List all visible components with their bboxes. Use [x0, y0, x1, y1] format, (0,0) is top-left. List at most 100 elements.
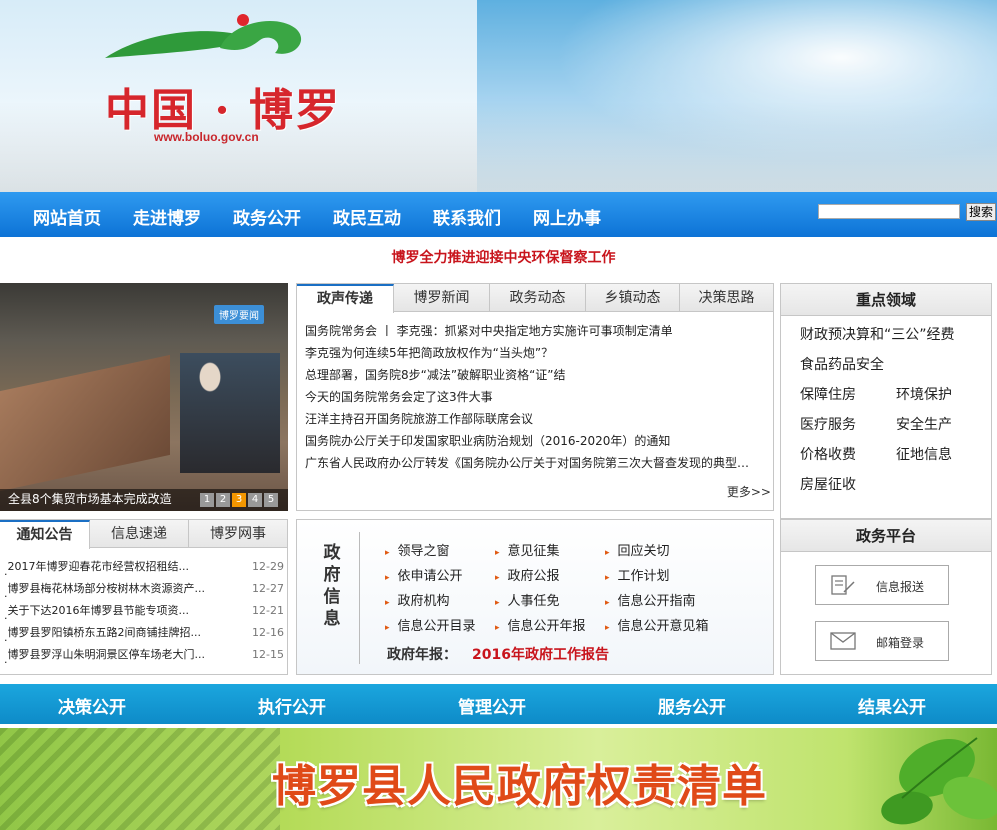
gov-info-link[interactable]: ▸ 意见征集	[495, 540, 560, 559]
gov-info-link[interactable]: ▸ 政府机构	[385, 590, 450, 609]
news-item[interactable]: 总理部署，国务院8步“减法”破解职业资格“证”结	[305, 364, 765, 386]
news-item[interactable]: 李克强为何连续5年把简政放权作为“当头炮”？	[305, 342, 765, 364]
news-item[interactable]: 今天的国务院常务会定了这3件大事	[305, 386, 765, 408]
mail-login-button[interactable]: 邮箱登录	[815, 621, 949, 661]
slide-page-2[interactable]: 2	[216, 493, 230, 507]
gov-info-link[interactable]: ▸ 领导之窗	[385, 540, 450, 559]
gov-info-link-label[interactable]: 信息公开目录	[398, 619, 476, 634]
arrow-icon: ▸	[495, 623, 500, 633]
disclosure-management[interactable]: 管理公开	[458, 693, 526, 718]
tab-boluo-news[interactable]: 博罗新闻	[394, 284, 490, 312]
key-area-link[interactable]: 房屋征收	[800, 474, 856, 494]
tab-info-express[interactable]: 信息速递	[90, 520, 189, 548]
nav-item-about[interactable]: 走进博罗	[133, 204, 201, 229]
disclosure-service[interactable]: 服务公开	[658, 693, 726, 718]
disclosure-result[interactable]: 结果公开	[858, 693, 926, 718]
news-item[interactable]: 国务院办公厅关于印发国家职业病防治规划（2016-2020年）的通知	[305, 430, 765, 452]
gov-info-link[interactable]: ▸ 依申请公开	[385, 565, 463, 584]
gov-info-link-label[interactable]: 信息公开年报	[508, 619, 586, 634]
news-item[interactable]: 汪洋主持召开国务院旅游工作部际联席会议	[305, 408, 765, 430]
nav-item-home[interactable]: 网站首页	[33, 204, 101, 229]
arrow-icon: ▸	[385, 598, 390, 608]
notice-title[interactable]: 博罗县罗浮山朱明洞景区停车场老大门...	[8, 644, 233, 666]
responsibility-list-banner[interactable]: 博罗县人民政府权责清单	[0, 728, 997, 830]
gov-info-link-label[interactable]: 回应关切	[618, 544, 670, 559]
notice-panel: 通知公告 信息速递 博罗网事 ·2017年博罗迎春花市经营权招租结... 12-2…	[0, 519, 288, 675]
key-area-link[interactable]: 价格收费	[800, 444, 856, 464]
tab-voice[interactable]: 政声传递	[297, 284, 394, 313]
photo-caption[interactable]: 全县8个集贸市场基本完成改造	[8, 490, 172, 507]
info-submit-button[interactable]: 信息报送	[815, 565, 949, 605]
news-item[interactable]: 国务院常务会 丨 李克强：抓紧对中央指定地方实施许可事项制定清单	[305, 320, 765, 342]
tab-notices[interactable]: 通知公告	[0, 520, 90, 549]
gov-info-link[interactable]: ▸ 信息公开年报	[495, 615, 586, 634]
side-char: 信	[323, 587, 341, 607]
photo-market-stall	[0, 354, 170, 492]
key-area-link[interactable]: 保障住房	[800, 384, 856, 404]
nav-item-online-service[interactable]: 网上办事	[533, 204, 601, 229]
notice-title[interactable]: 关于下达2016年博罗县节能专项资...	[8, 600, 233, 622]
tab-boluo-web[interactable]: 博罗网事	[189, 520, 287, 548]
gov-info-link-label[interactable]: 人事任免	[508, 594, 560, 609]
gov-info-link[interactable]: ▸ 人事任免	[495, 590, 560, 609]
gov-info-link-label[interactable]: 政府机构	[398, 594, 450, 609]
notice-item[interactable]: ·博罗县罗阳镇桥东五路2间商铺挂牌招... 12-16	[4, 622, 284, 647]
search-input[interactable]	[818, 204, 960, 219]
notice-item[interactable]: ·博罗县罗浮山朱明洞景区停车场老大门... 12-15	[4, 644, 284, 669]
gov-info-link[interactable]: ▸ 回应关切	[605, 540, 670, 559]
search-button[interactable]: 搜索	[966, 203, 996, 221]
notice-title[interactable]: 2017年博罗迎春花市经营权招租结...	[8, 556, 233, 578]
nav-item-contact[interactable]: 联系我们	[433, 204, 501, 229]
gov-info-link-label[interactable]: 领导之窗	[398, 544, 450, 559]
gov-info-link[interactable]: ▸ 政府公报	[495, 565, 560, 584]
notice-item[interactable]: ·2017年博罗迎春花市经营权招租结... 12-29	[4, 556, 284, 581]
annual-report-link[interactable]: 2016年政府工作报告	[472, 644, 609, 664]
news-photo-slideshow[interactable]: 博罗要闻 全县8个集贸市场基本完成改造 1 2 3 4 5	[0, 283, 288, 511]
tab-decision[interactable]: 决策思路	[680, 284, 773, 312]
notice-title[interactable]: 博罗县梅花林场部分桉树林木资源资产...	[8, 578, 233, 600]
arrow-icon: ▸	[605, 548, 610, 558]
gov-info-link-label[interactable]: 工作计划	[618, 569, 670, 584]
gov-info-link-label[interactable]: 信息公开指南	[618, 594, 696, 609]
disclosure-decision[interactable]: 决策公开	[58, 693, 126, 718]
headline-link[interactable]: 博罗全力推进迎接中央环保督察工作	[392, 250, 616, 266]
notice-item[interactable]: ·博罗县梅花林场部分桉树林木资源资产... 12-27	[4, 578, 284, 603]
tab-gov-dynamics[interactable]: 政务动态	[490, 284, 586, 312]
key-area-link[interactable]: 财政预决算和“三公”经费	[800, 324, 955, 344]
tab-town-dynamics[interactable]: 乡镇动态	[586, 284, 680, 312]
gov-info-link-label[interactable]: 政府公报	[508, 569, 560, 584]
gov-info-link-label[interactable]: 依申请公开	[398, 569, 463, 584]
side-char: 息	[323, 609, 341, 629]
disclosure-bar: 决策公开 执行公开 管理公开 服务公开 结果公开	[0, 684, 997, 724]
logo-cloud-icon	[105, 14, 302, 58]
disclosure-execution[interactable]: 执行公开	[258, 693, 326, 718]
news-item[interactable]: 广东省人民政府办公厅转发《国务院办公厅关于对国务院第三次大督查发现的典型…	[305, 452, 765, 474]
slide-page-5[interactable]: 5	[264, 493, 278, 507]
notice-item[interactable]: ·关于下达2016年博罗县节能专项资... 12-21	[4, 600, 284, 625]
slide-page-4[interactable]: 4	[248, 493, 262, 507]
key-area-link[interactable]: 征地信息	[896, 444, 952, 464]
photo-people	[180, 353, 280, 473]
gov-info-link[interactable]: ▸ 工作计划	[605, 565, 670, 584]
key-area-link[interactable]: 医疗服务	[800, 414, 856, 434]
key-area-link[interactable]: 安全生产	[896, 414, 952, 434]
slide-page-1[interactable]: 1	[200, 493, 214, 507]
gov-info-link[interactable]: ▸ 信息公开指南	[605, 590, 696, 609]
mail-login-label[interactable]: 邮箱登录	[876, 634, 924, 651]
gov-info-link-label[interactable]: 意见征集	[508, 544, 560, 559]
key-area-link[interactable]: 食品药品安全	[800, 354, 884, 374]
notice-title[interactable]: 博罗县罗阳镇桥东五路2间商铺挂牌招...	[8, 622, 233, 644]
key-area-link[interactable]: 环境保护	[896, 384, 952, 404]
nav-item-interaction[interactable]: 政民互动	[333, 204, 401, 229]
gov-info-link-label[interactable]: 信息公开意见箱	[618, 619, 709, 634]
info-submit-label[interactable]: 信息报送	[876, 578, 924, 595]
news-more-link[interactable]: 更多>>	[727, 483, 771, 500]
responsibility-list-title[interactable]: 博罗县人民政府权责清单	[272, 750, 767, 814]
main-nav: 网站首页 走进博罗 政务公开 政民互动 联系我们 网上办事 搜索	[0, 192, 997, 237]
site-url: www.boluo.gov.cn	[154, 130, 259, 144]
gov-info-link[interactable]: ▸ 信息公开目录	[385, 615, 476, 634]
slide-page-3[interactable]: 3	[232, 493, 246, 507]
gov-info-link[interactable]: ▸ 信息公开意见箱	[605, 615, 709, 634]
platform-title: 政务平台	[781, 520, 991, 552]
nav-item-gov-affairs[interactable]: 政务公开	[233, 204, 301, 229]
